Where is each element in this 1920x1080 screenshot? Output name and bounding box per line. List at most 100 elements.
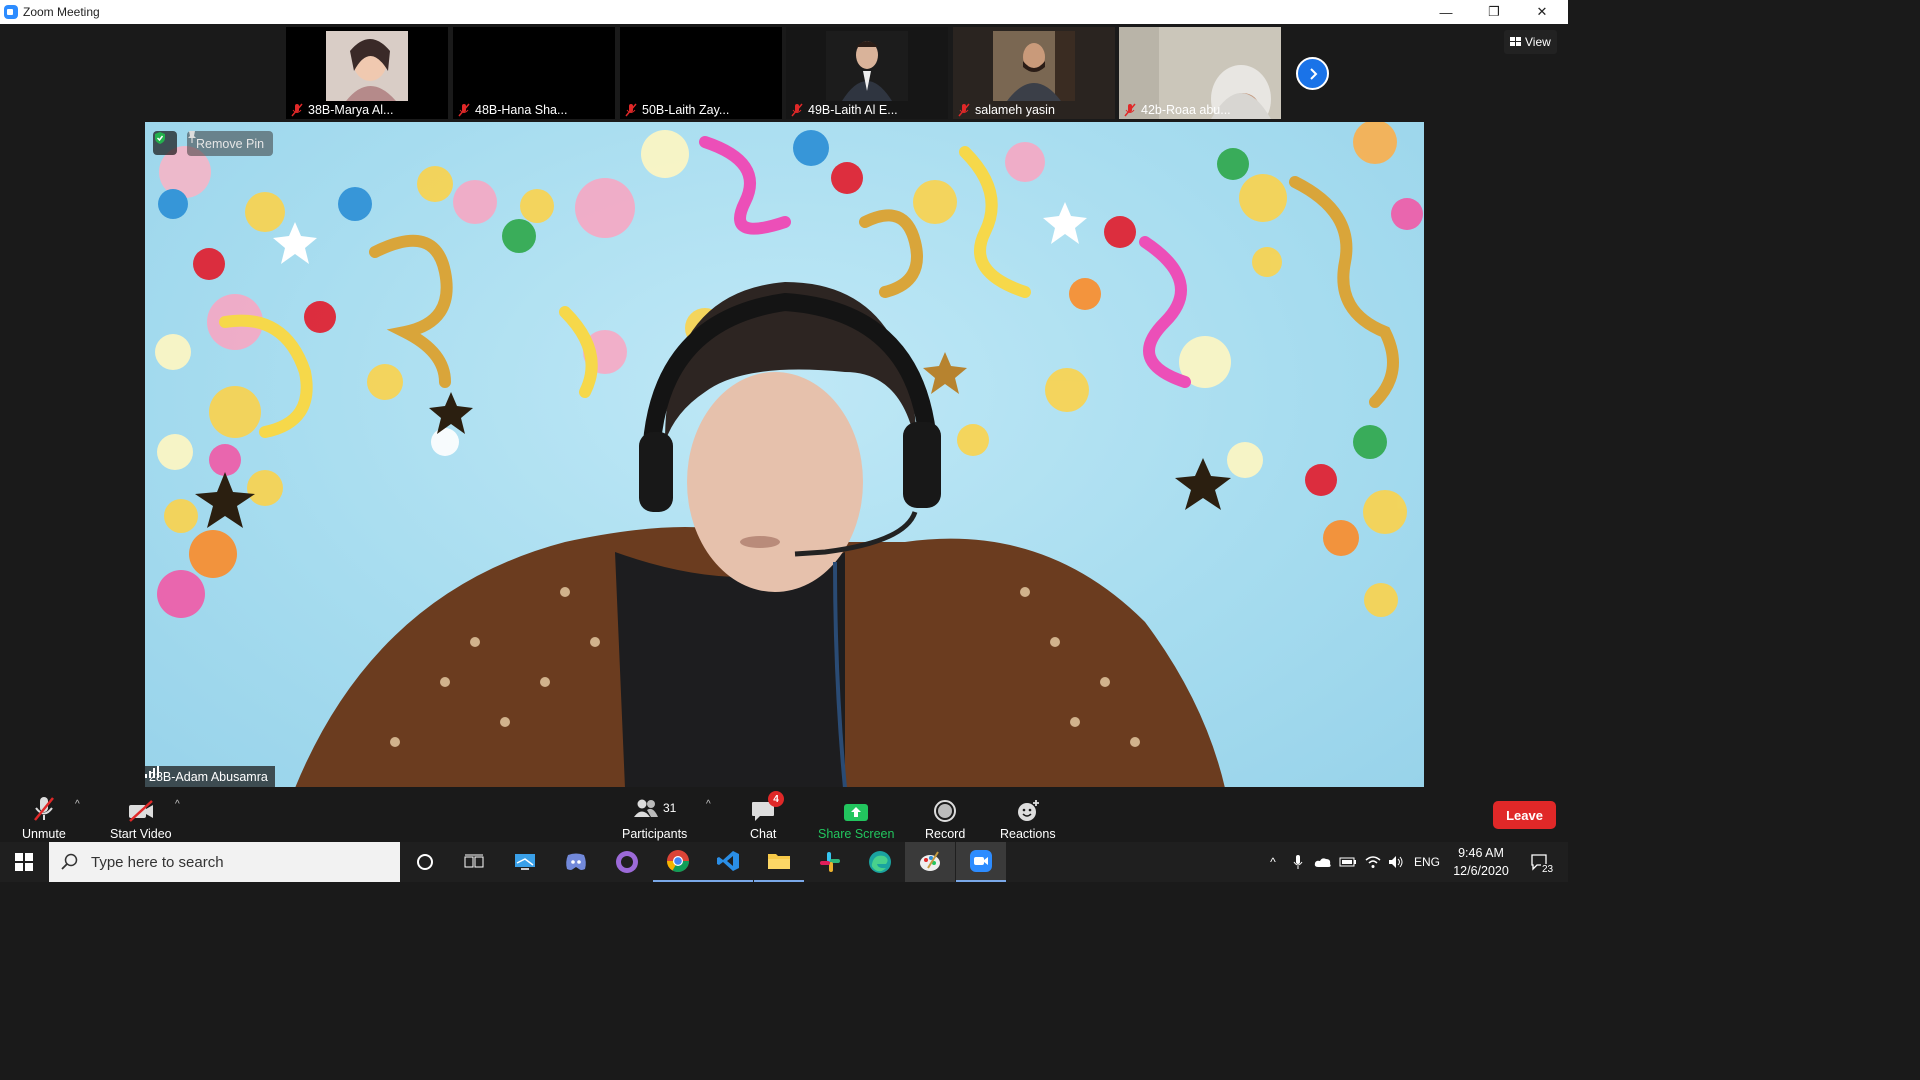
pin-icon [188, 131, 196, 143]
share-screen-label: Share Screen [818, 827, 895, 841]
onedrive-icon[interactable] [1312, 842, 1334, 882]
windows-logo-icon [15, 853, 33, 871]
leave-button[interactable]: Leave [1493, 801, 1556, 829]
next-page-button[interactable] [1296, 57, 1329, 90]
edge-icon[interactable] [855, 842, 905, 882]
remove-pin-button[interactable]: Remove Pin [187, 131, 274, 156]
chrome-icon[interactable] [653, 842, 703, 882]
signal-strength-icon [145, 766, 159, 778]
unmute-button[interactable]: Unmute [22, 793, 66, 841]
participant-video [826, 31, 908, 101]
active-speaker-video[interactable]: Remove Pin 28B-Adam Abusamra [145, 122, 1424, 788]
record-button[interactable]: Record [925, 793, 965, 841]
participant-name: 49B-Laith Al E... [808, 103, 898, 117]
speaker-name-tag: 28B-Adam Abusamra [145, 766, 275, 788]
mic-muted-icon [33, 797, 54, 821]
start-button[interactable] [0, 842, 48, 882]
participant-tile[interactable]: 42b-Roaa abu... [1119, 27, 1281, 119]
mic-muted-icon [958, 103, 970, 117]
share-screen-icon [844, 804, 869, 821]
notification-count: 23 [1541, 864, 1555, 875]
remote-desktop-icon[interactable] [500, 842, 550, 882]
meeting-toolbar: Unmute ^ Start Video ^ 31 Participants ^… [0, 787, 1568, 842]
input-language[interactable]: ENG [1410, 842, 1444, 882]
participants-label: Participants [622, 827, 688, 841]
unmute-label: Unmute [22, 827, 66, 841]
zoom-taskbar-icon[interactable] [956, 842, 1006, 882]
zoom-app-icon [4, 5, 18, 19]
record-label: Record [925, 827, 966, 841]
participants-button[interactable]: 31 Participants [622, 793, 687, 841]
mic-muted-icon [1124, 103, 1136, 117]
view-label: View [1525, 35, 1551, 49]
participant-name: 48B-Hana Sha... [475, 103, 568, 117]
mic-muted-icon [458, 103, 470, 117]
taskbar-search[interactable]: Type here to search [49, 842, 400, 882]
participant-name: salameh yasin [975, 103, 1055, 117]
meeting-stage: 38B-Marya Al... 48B-Hana Sha... 50B-Lait… [0, 24, 1568, 842]
chat-label: Chat [750, 827, 777, 841]
chevron-right-icon [1309, 67, 1317, 80]
participant-tile[interactable]: 49B-Laith Al E... [786, 27, 948, 119]
mic-muted-icon [791, 103, 803, 117]
virtual-background-confetti [155, 122, 1423, 788]
close-icon: ✕ [1536, 4, 1548, 19]
audio-options-caret-icon[interactable]: ^ [75, 799, 80, 810]
participants-icon [633, 799, 658, 817]
discord-icon[interactable] [551, 842, 601, 882]
reactions-icon [1017, 800, 1039, 821]
mic-muted-icon [625, 103, 637, 117]
minimize-button[interactable]: — [1423, 0, 1469, 24]
battery-icon[interactable] [1337, 842, 1359, 882]
remove-pin-label: Remove Pin [196, 136, 265, 151]
github-desktop-icon[interactable] [602, 842, 652, 882]
reactions-button[interactable]: Reactions [1000, 793, 1056, 841]
close-window-button[interactable]: ✕ [1519, 0, 1565, 24]
show-hidden-icons-caret-icon[interactable]: ^ [1262, 842, 1284, 882]
windows-taskbar: Type here to search ^ ENG 9:46 AM 12/6/2… [0, 842, 1568, 882]
window-title: Zoom Meeting [23, 5, 100, 19]
grid-view-icon [1510, 37, 1521, 46]
start-video-label: Start Video [110, 827, 172, 841]
vscode-icon[interactable] [703, 842, 753, 882]
participant-name: 42b-Roaa abu... [1141, 103, 1231, 117]
restore-button[interactable]: ❐ [1471, 0, 1517, 24]
participant-tile[interactable]: 38B-Marya Al... [286, 27, 448, 119]
microphone-tray-icon[interactable] [1288, 842, 1308, 882]
record-icon [934, 800, 957, 822]
action-center-button[interactable]: 23 [1520, 842, 1560, 882]
cortana-icon[interactable] [400, 842, 450, 882]
start-video-button[interactable]: Start Video [110, 793, 172, 841]
participant-tile[interactable]: 50B-Laith Zay... [620, 27, 782, 119]
slack-icon[interactable] [805, 842, 855, 882]
encryption-shield-icon[interactable] [153, 131, 177, 155]
participants-options-caret-icon[interactable]: ^ [706, 799, 711, 810]
restore-icon: ❐ [1488, 4, 1500, 19]
participant-video [326, 31, 408, 101]
video-off-icon [128, 800, 153, 822]
view-button[interactable]: View [1504, 30, 1557, 54]
participant-name: 38B-Marya Al... [308, 103, 394, 117]
reactions-label: Reactions [1000, 827, 1056, 841]
participant-tile[interactable]: salameh yasin [953, 27, 1115, 119]
participants-count: 31 [662, 801, 677, 815]
search-placeholder: Type here to search [91, 853, 224, 871]
wifi-icon[interactable] [1362, 842, 1384, 882]
participant-video [993, 31, 1075, 101]
paint-icon[interactable] [905, 842, 955, 882]
speaker-name: 28B-Adam Abusamra [149, 770, 268, 784]
volume-icon[interactable] [1385, 842, 1407, 882]
taskbar-clock[interactable]: 9:46 AM 12/6/2020 [1446, 844, 1516, 880]
mic-muted-icon [291, 103, 303, 117]
chat-unread-badge: 4 [768, 791, 784, 807]
video-options-caret-icon[interactable]: ^ [175, 799, 180, 810]
search-icon [61, 853, 78, 870]
participant-tile[interactable]: 48B-Hana Sha... [453, 27, 615, 119]
title-bar: Zoom Meeting — ❐ ✕ [0, 0, 1568, 24]
clock-time: 9:46 AM [1458, 846, 1504, 860]
file-explorer-icon[interactable] [754, 842, 804, 882]
minimize-icon: — [1439, 4, 1453, 20]
task-view-icon[interactable] [449, 842, 499, 882]
share-screen-button[interactable]: Share Screen [818, 793, 894, 841]
clock-date: 12/6/2020 [1453, 864, 1509, 878]
